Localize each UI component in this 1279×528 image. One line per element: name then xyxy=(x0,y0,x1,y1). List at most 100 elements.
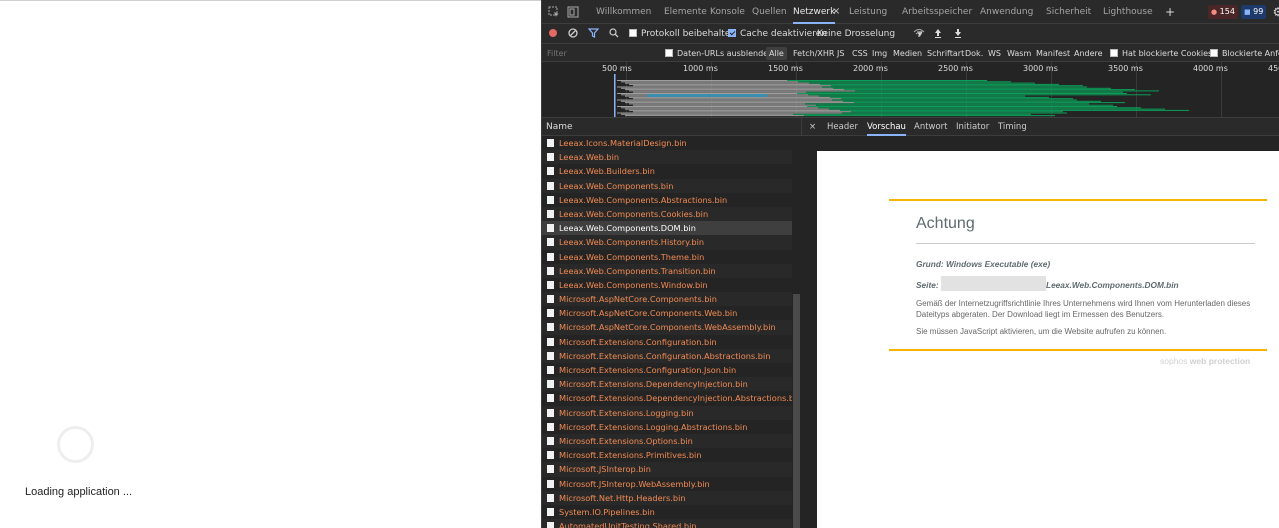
filter-type-ws[interactable]: WS xyxy=(988,47,1001,60)
gear-icon[interactable]: ⚙ xyxy=(1272,6,1279,18)
filter-type-font[interactable]: Schriftart xyxy=(927,47,964,60)
waterfall-wait-bar xyxy=(621,113,793,115)
request-row[interactable]: Leeax.Web.Components.Window.bin xyxy=(542,278,792,292)
request-row[interactable]: Leeax.Icons.MaterialDesign.bin xyxy=(542,136,792,150)
tab-quellen[interactable]: Quellen xyxy=(752,0,787,24)
waterfall-wait-bar xyxy=(629,83,820,85)
search-icon[interactable] xyxy=(609,28,619,40)
request-row[interactable]: Microsoft.Extensions.Logging.bin xyxy=(542,405,792,420)
download-icon[interactable] xyxy=(953,28,963,40)
record-icon[interactable] xyxy=(548,28,558,40)
disable-cache-checkbox[interactable]: Cache deaktivieren xyxy=(728,28,827,40)
request-row[interactable]: Microsoft.AspNetCore.Components.WebAssem… xyxy=(542,320,792,335)
tab-anwendung[interactable]: Anwendung xyxy=(980,0,1033,24)
request-row[interactable]: Leeax.Web.Builders.bin xyxy=(542,164,792,178)
preserve-log-checkbox[interactable]: Protokoll beibehalten xyxy=(629,28,736,40)
throttling-select[interactable]: Keine Drosselung ▼ xyxy=(817,28,922,40)
wifi-icon[interactable] xyxy=(913,28,925,40)
tab-konsole[interactable]: Konsole xyxy=(710,0,745,24)
request-row[interactable]: Microsoft.Extensions.Primitives.bin xyxy=(542,448,792,462)
filter-type-fetch-xhr[interactable]: Fetch/XHR xyxy=(793,47,834,60)
request-row[interactable]: Microsoft.Extensions.Configuration.Abstr… xyxy=(542,348,792,363)
scrollbar-thumb[interactable] xyxy=(793,294,800,528)
filter-type-css[interactable]: CSS xyxy=(852,47,868,60)
request-row[interactable]: Leeax.Web.Components.Cookies.bin xyxy=(542,206,792,222)
waterfall-wait-bar xyxy=(621,81,798,83)
tab-netzwerk-close-icon[interactable]: × xyxy=(832,0,840,24)
request-row[interactable]: Microsoft.Extensions.Configuration.bin xyxy=(542,335,792,349)
waterfall-download-bar xyxy=(831,85,1083,87)
request-row[interactable]: Leeax.Web.Components.Transition.bin xyxy=(542,263,792,278)
filter-type-other[interactable]: Andere xyxy=(1074,47,1103,60)
request-row[interactable]: Leeax.Web.bin xyxy=(542,150,792,165)
error-badge[interactable]: ● 154 xyxy=(1208,5,1238,19)
waterfall-wait-bar xyxy=(625,108,829,110)
detail-tab-initiator[interactable]: Initiator xyxy=(956,118,989,136)
filter-type-doc[interactable]: Dok. xyxy=(965,47,983,60)
filter-type-js[interactable]: JS xyxy=(837,47,844,60)
request-row[interactable]: Microsoft.Extensions.DependencyInjection… xyxy=(542,391,792,405)
waterfall-download-bar xyxy=(854,102,1125,104)
detail-tab-header[interactable]: Header xyxy=(827,118,858,136)
tab-willkommen[interactable]: Willkommen xyxy=(596,0,651,24)
waterfall-wait-bar xyxy=(617,112,842,114)
request-row[interactable]: Microsoft.AspNetCore.Components.Web.bin xyxy=(542,306,792,320)
waterfall-download-bar xyxy=(818,107,1141,109)
request-row[interactable]: Microsoft.Extensions.Options.bin xyxy=(542,433,792,449)
close-detail-icon[interactable]: × xyxy=(809,118,816,136)
request-row[interactable]: AutomatedUnitTesting.Shared.bin xyxy=(542,519,792,528)
blocked-requests-checkbox[interactable]: Blockierte Anfor xyxy=(1210,47,1279,60)
add-tab-button[interactable]: + xyxy=(1165,0,1175,24)
tab-leistung[interactable]: Leistung xyxy=(849,0,887,24)
network-overview[interactable]: 500 ms 1000 ms 1500 ms 2000 ms 2500 ms 3… xyxy=(542,62,1279,118)
filter-type-manifest[interactable]: Manifest xyxy=(1036,47,1070,60)
disable-cache-label: Cache deaktivieren xyxy=(740,29,827,39)
tab-netzwerk[interactable]: Netzwerk xyxy=(793,0,836,24)
waterfall-wait-bar xyxy=(625,115,804,117)
app-viewport: Loading application ... xyxy=(0,0,541,528)
sophos-footer: sophos web protection xyxy=(1160,356,1250,366)
disable-cache-check-icon xyxy=(728,29,736,37)
request-row[interactable]: Leeax.Web.Components.History.bin xyxy=(542,235,792,250)
filter-input[interactable] xyxy=(544,46,656,60)
waterfall-download-bar xyxy=(832,99,1077,101)
tab-elemente[interactable]: Elemente xyxy=(664,0,707,24)
waterfall-wait-bar xyxy=(629,109,840,111)
detail-tab-response[interactable]: Antwort xyxy=(914,118,948,136)
request-row[interactable]: Leeax.Web.Components.bin xyxy=(542,178,792,193)
request-row[interactable]: Microsoft.Extensions.Configuration.Json.… xyxy=(542,363,792,377)
message-badge[interactable]: ■ 99 xyxy=(1241,5,1267,19)
hide-data-urls-checkbox[interactable]: Daten-URLs ausblenden xyxy=(665,47,773,60)
tab-lighthouse[interactable]: Lighthouse xyxy=(1103,0,1153,24)
request-row[interactable]: Microsoft.JSInterop.WebAssembly.bin xyxy=(542,477,792,491)
request-row[interactable]: Microsoft.Net.Http.Headers.bin xyxy=(542,490,792,505)
waterfall-download-bar xyxy=(851,111,1063,113)
request-row[interactable]: Leeax.Web.Components.DOM.bin xyxy=(542,221,792,236)
inspect-icon[interactable] xyxy=(548,6,560,18)
filter-type-all[interactable]: Alle xyxy=(766,47,787,60)
name-column-header[interactable]: Name xyxy=(542,118,801,136)
preserve-log-label: Protokoll beibehalten xyxy=(641,29,737,39)
detail-tab-timing[interactable]: Timing xyxy=(998,118,1027,136)
request-row[interactable]: Microsoft.Extensions.Logging.Abstraction… xyxy=(542,420,792,434)
request-row[interactable]: Leeax.Web.Components.Abstractions.bin xyxy=(542,193,792,207)
blocked-cookies-checkbox[interactable]: Hat blockierte Cookies xyxy=(1110,47,1212,60)
devtools-panel: Willkommen Elemente Konsole Quellen Netz… xyxy=(541,0,1279,528)
request-row[interactable]: Leeax.Web.Components.Theme.bin xyxy=(542,250,792,264)
request-row[interactable]: Microsoft.JSInterop.bin xyxy=(542,462,792,477)
request-row[interactable]: System.IO.Pipelines.bin xyxy=(542,505,792,519)
request-row[interactable]: Microsoft.Extensions.DependencyInjection… xyxy=(542,377,792,392)
filter-type-media[interactable]: Medien xyxy=(893,47,922,60)
filter-type-img[interactable]: Img xyxy=(872,47,887,60)
filter-icon[interactable] xyxy=(587,28,600,40)
tab-sicherheit[interactable]: Sicherheit xyxy=(1046,0,1091,24)
clear-icon[interactable] xyxy=(568,28,578,40)
filter-type-wasm[interactable]: Wasm xyxy=(1007,47,1031,60)
device-icon[interactable] xyxy=(567,6,579,18)
loading-spinner xyxy=(57,426,94,463)
upload-icon[interactable] xyxy=(933,28,943,40)
detail-tab-preview[interactable]: Vorschau xyxy=(867,118,906,136)
request-list-scrollbar[interactable] xyxy=(792,136,802,528)
tab-arbeitsspeicher[interactable]: Arbeitsspeicher xyxy=(902,0,972,24)
request-row[interactable]: Microsoft.AspNetCore.Components.bin xyxy=(542,292,792,307)
